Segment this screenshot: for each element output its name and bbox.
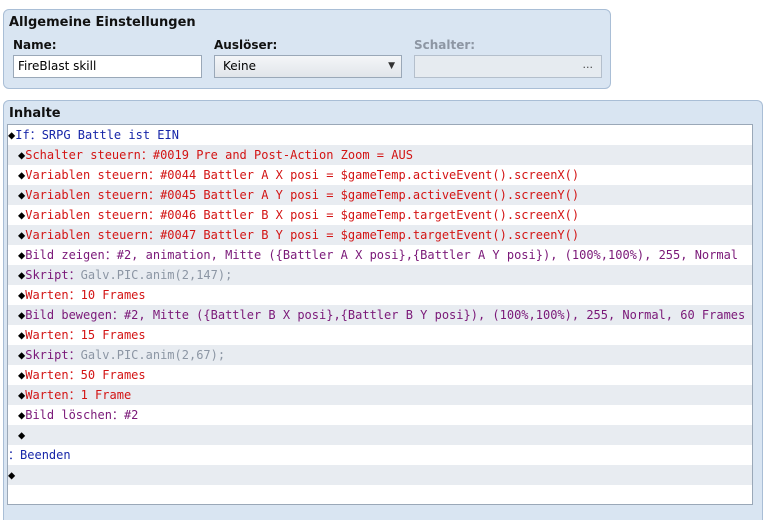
command-row[interactable]: ◆If：SRPG Battle ist EIN	[8, 125, 752, 145]
switch-label: Schalter:	[414, 38, 476, 52]
command-name: Skript：	[25, 348, 81, 362]
command-row[interactable]: ◆Skript：Galv.PIC.anim(2,147);	[8, 265, 752, 285]
switch-browse-button[interactable]: ...	[583, 58, 594, 71]
command-name: Warten：	[25, 288, 81, 302]
command-params: 50 Frames	[80, 368, 146, 382]
command-row[interactable]: ◆Schalter steuern：#0019 Pre and Post-Act…	[8, 145, 752, 165]
command-params: #2, animation, Mitte ({Battler A X posi}…	[116, 248, 739, 262]
command-params: #2, Mitte ({Battler B X posi},{Battler B…	[123, 308, 752, 322]
command-params: #2	[123, 408, 139, 422]
command-row[interactable]: ◆	[8, 465, 752, 485]
command-name: Variablen steuern：	[25, 208, 161, 222]
chevron-down-icon: ▼	[388, 61, 395, 71]
diamond-icon: ◆	[8, 468, 16, 482]
command-name: Warten：	[25, 388, 81, 402]
command-name: Bild zeigen：	[25, 248, 117, 262]
switch-select[interactable]: ...	[414, 55, 602, 78]
command-name: Variablen steuern：	[25, 168, 161, 182]
command-name: Variablen steuern：	[25, 228, 161, 242]
command-row[interactable]: ◆Warten：50 Frames	[8, 365, 752, 385]
command-row[interactable]: ◆Variablen steuern：#0045 Battler A Y pos…	[8, 185, 752, 205]
command-params: 10 Frames	[80, 288, 146, 302]
command-name: Variablen steuern：	[25, 188, 161, 202]
trigger-select[interactable]: Keine ▼	[214, 55, 402, 78]
command-params: 1 Frame	[80, 388, 132, 402]
command-name: Schalter steuern：	[25, 148, 153, 162]
general-settings-panel: Allgemeine Einstellungen Name: Auslöser:…	[3, 9, 611, 89]
command-row[interactable]	[8, 485, 752, 504]
general-settings-title: Allgemeine Einstellungen	[9, 15, 196, 30]
diamond-icon: ◆	[18, 428, 26, 442]
command-row[interactable]: ◆Variablen steuern：#0047 Battler B Y pos…	[8, 225, 752, 245]
command-params: #0047 Battler B Y posi = $gameTemp.targe…	[160, 228, 580, 242]
command-row[interactable]: ◆Warten：15 Frames	[8, 325, 752, 345]
command-params: #0044 Battler A X posi = $gameTemp.activ…	[160, 168, 580, 182]
command-row[interactable]: ◆	[8, 425, 752, 445]
command-name: Warten：	[25, 328, 81, 342]
command-row[interactable]: ◆Variablen steuern：#0044 Battler A X pos…	[8, 165, 752, 185]
command-name: If：	[15, 128, 42, 142]
contents-title: Inhalte	[9, 106, 61, 121]
command-params: 15 Frames	[80, 328, 146, 342]
command-name: ：	[8, 448, 21, 462]
command-params: SRPG Battle ist EIN	[41, 128, 179, 142]
command-name: Skript：	[25, 268, 81, 282]
command-row[interactable]: ◆Variablen steuern：#0046 Battler B X pos…	[8, 205, 752, 225]
command-name: Bild bewegen：	[25, 308, 124, 322]
command-detail: Galv.PIC.anim(2,147);	[80, 268, 233, 282]
command-name: Warten：	[25, 368, 81, 382]
command-params: #0045 Battler A Y posi = $gameTemp.activ…	[160, 188, 580, 202]
command-row[interactable]: ◆Bild bewegen：#2, Mitte ({Battler B X po…	[8, 305, 752, 325]
command-row[interactable]: ◆Warten：10 Frames	[8, 285, 752, 305]
command-row[interactable]: ：Beenden	[8, 445, 752, 465]
command-detail: Galv.PIC.anim(2,67);	[80, 348, 226, 362]
trigger-select-value: Keine	[223, 59, 256, 73]
command-params: #0046 Battler B X posi = $gameTemp.targe…	[160, 208, 580, 222]
command-name: Bild löschen：	[25, 408, 124, 422]
event-command-list[interactable]: ◆If：SRPG Battle ist EIN ◆Schalter steuern…	[7, 124, 753, 505]
command-params: Beenden	[20, 448, 71, 462]
command-params: #0019 Pre and Post-Action Zoom = AUS	[152, 148, 413, 162]
name-label: Name:	[13, 38, 57, 52]
command-row[interactable]: ◆Skript：Galv.PIC.anim(2,67);	[8, 345, 752, 365]
trigger-label: Auslöser:	[214, 38, 278, 52]
command-row[interactable]: ◆Bild löschen：#2	[8, 405, 752, 425]
command-row[interactable]: ◆Warten：1 Frame	[8, 385, 752, 405]
command-row[interactable]: ◆Bild zeigen：#2, animation, Mitte ({Batt…	[8, 245, 752, 265]
name-input[interactable]: FireBlast skill	[13, 55, 202, 78]
